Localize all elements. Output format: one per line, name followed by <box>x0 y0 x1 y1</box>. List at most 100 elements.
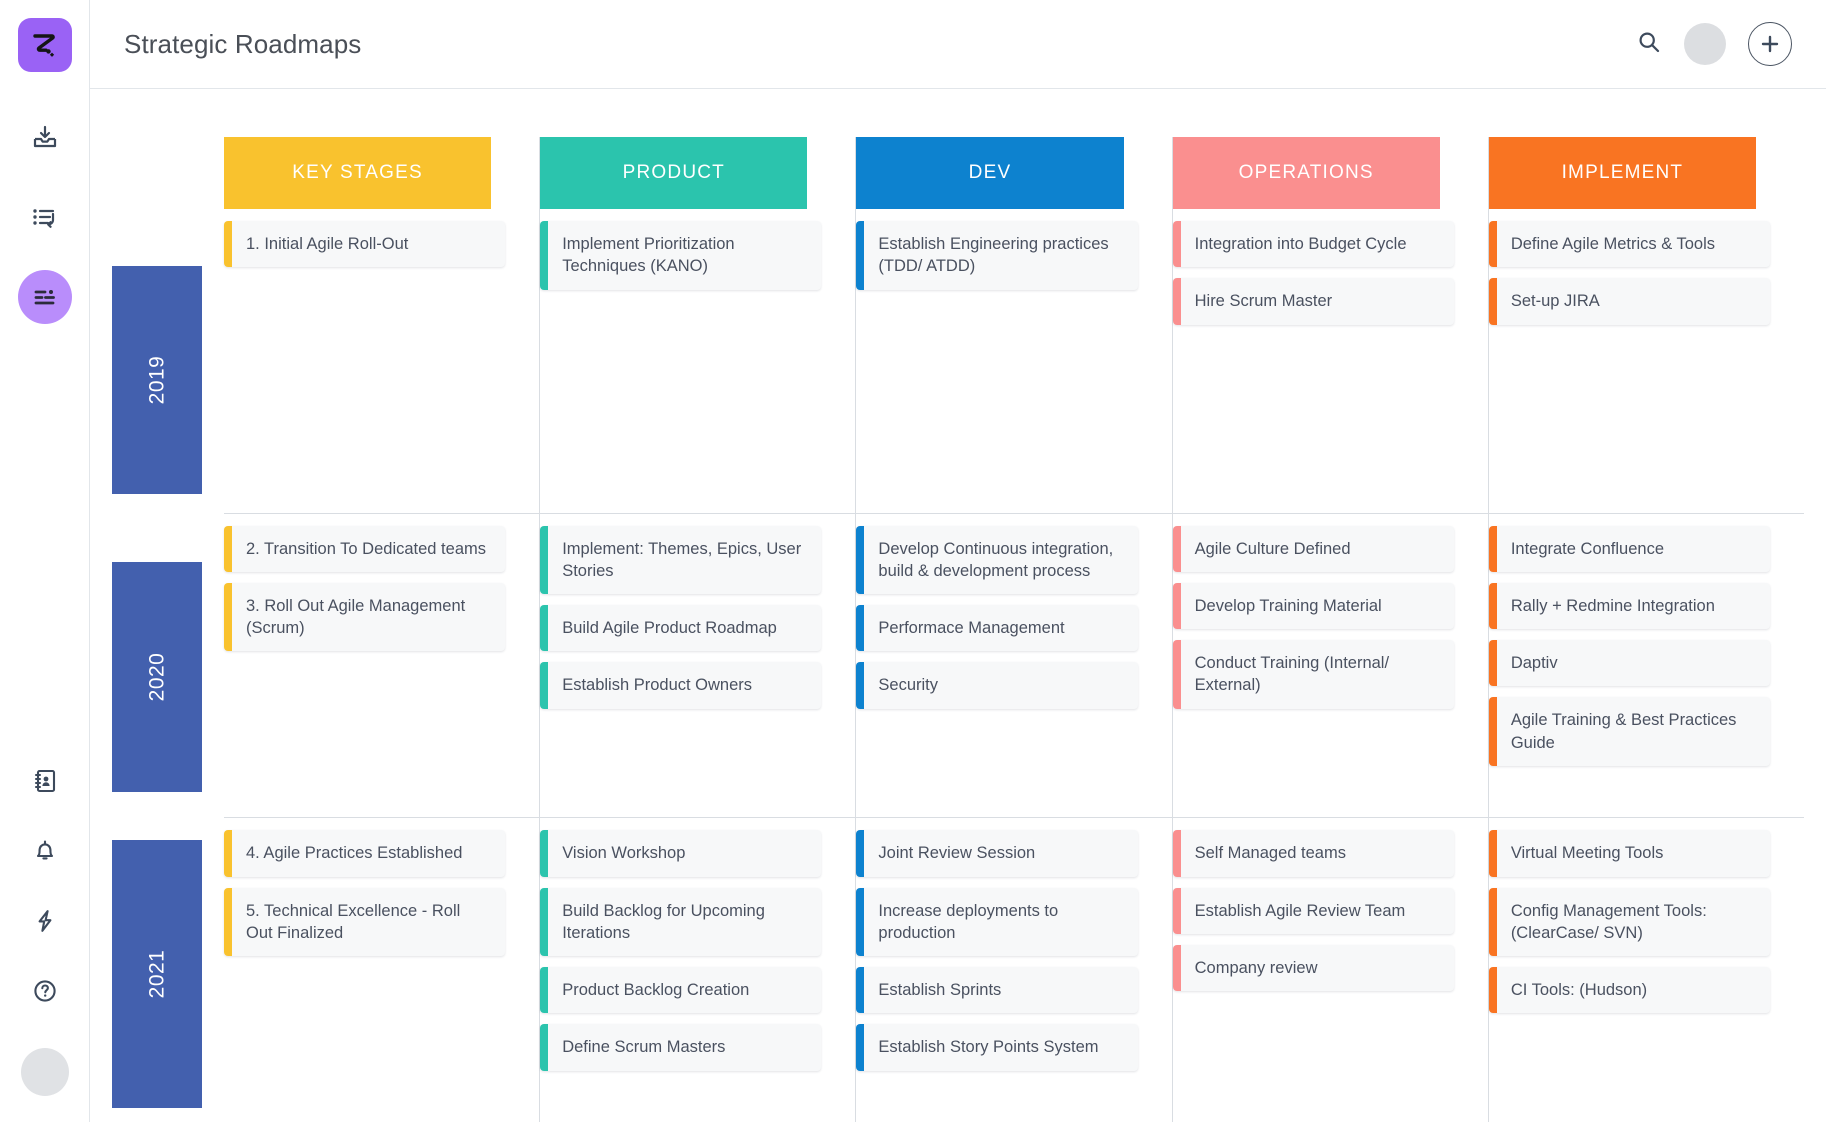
top-bar-actions <box>1636 22 1792 66</box>
year-label: 2019 <box>145 355 168 405</box>
cell-2019-key-stages: 1. Initial Agile Roll-Out <box>224 209 540 514</box>
card[interactable]: 1. Initial Agile Roll-Out <box>224 221 506 268</box>
sidebar-item-notifications[interactable]: bell-icon <box>18 824 72 878</box>
column-header-operations[interactable]: OPERATIONS <box>1172 137 1440 209</box>
cell-2019-product: Implement Prioritization Techniques (KAN… <box>540 209 856 514</box>
board-columns: KEY STAGES 1. Initial Agile Roll-Out 2. … <box>224 137 1805 1122</box>
cell-2021-product: Vision Workshop Build Backlog for Upcomi… <box>540 818 855 1122</box>
card[interactable]: Integration into Budget Cycle <box>1172 221 1454 268</box>
card[interactable]: Define Scrum Masters <box>540 1024 822 1071</box>
card[interactable]: Company review <box>1172 944 1454 992</box>
column-header-implement[interactable]: IMPLEMENT <box>1488 137 1757 209</box>
year-block-2021: 2021 <box>112 839 202 1108</box>
column-body: 1. Initial Agile Roll-Out 2. Transition … <box>224 209 540 1122</box>
plus-icon <box>1761 35 1779 53</box>
main-area: Strategic Roadmaps 2019 2020 2021 KEY ST… <box>90 0 1826 1122</box>
card[interactable]: 3. Roll Out Agile Management (Scrum) <box>224 582 506 652</box>
card[interactable]: Establish Agile Review Team <box>1172 887 1454 935</box>
card[interactable]: Implement: Themes, Epics, User Stories <box>540 525 822 595</box>
card[interactable]: Set-up JIRA <box>1488 278 1771 325</box>
card[interactable]: 4. Agile Practices Established <box>224 830 506 877</box>
card[interactable]: Establish Engineering practices (TDD/ AT… <box>856 221 1138 290</box>
year-label: 2020 <box>145 652 168 702</box>
app-logo[interactable] <box>17 18 72 72</box>
bell-icon <box>36 840 53 860</box>
card[interactable]: Security <box>856 662 1138 710</box>
column-header-wrap: DEV <box>856 137 1171 209</box>
card[interactable]: Implement Prioritization Techniques (KAN… <box>540 221 822 290</box>
cell-2021-operations: Self Managed teams Establish Agile Revie… <box>1172 818 1488 1122</box>
app-root: inbox-download-icon list-reply-icon road… <box>0 0 1826 1122</box>
card[interactable]: Hire Scrum Master <box>1172 278 1454 325</box>
column-body: Implement Prioritization Techniques (KAN… <box>540 209 856 1122</box>
column-header-key-stages[interactable]: KEY STAGES <box>224 137 492 209</box>
cell-2020-product: Implement: Themes, Epics, User Stories B… <box>540 514 856 819</box>
year-cell: 2019 <box>112 232 224 529</box>
column-key-stages: KEY STAGES 1. Initial Agile Roll-Out 2. … <box>224 137 540 1122</box>
card[interactable]: Config Management Tools: (ClearCase/ SVN… <box>1488 887 1771 957</box>
roadmap-lines-icon <box>34 290 55 305</box>
column-header-wrap: OPERATIONS <box>1172 137 1488 209</box>
sidebar-item-automation[interactable]: lightning-bolt-icon <box>18 894 72 948</box>
add-button[interactable] <box>1748 22 1792 66</box>
card[interactable]: Rally + Redmine Integration <box>1488 582 1771 630</box>
year-label: 2021 <box>145 949 168 999</box>
column-body: Establish Engineering practices (TDD/ AT… <box>856 209 1172 1122</box>
card[interactable]: 2. Transition To Dedicated teams <box>224 525 506 573</box>
year-block-2019: 2019 <box>112 266 202 495</box>
card[interactable]: 5. Technical Excellence - Roll Out Final… <box>224 887 506 957</box>
card[interactable]: Product Backlog Creation <box>540 967 822 1014</box>
card[interactable]: Agile Culture Defined <box>1172 525 1454 573</box>
card[interactable]: Establish Story Points System <box>856 1024 1138 1071</box>
list-reply-icon <box>32 209 54 228</box>
sidebar-item-task-list[interactable]: list-reply-icon <box>18 190 72 244</box>
board-inner: 2019 2020 2021 KEY STAGES 1. Initial Agi… <box>90 137 1826 1122</box>
sidebar-item-roadmaps[interactable]: roadmap-lines-icon <box>17 270 72 324</box>
card[interactable]: Agile Training & Best Practices Guide <box>1488 697 1771 766</box>
card[interactable]: Define Agile Metrics & Tools <box>1488 221 1771 268</box>
lightning-bolt-icon <box>38 910 51 932</box>
sidebar-item-inbox[interactable]: inbox-download-icon <box>18 110 72 164</box>
year-gutter: 2019 2020 2021 <box>112 137 224 1122</box>
card[interactable]: Joint Review Session <box>856 830 1138 877</box>
card[interactable]: CI Tools: (Hudson) <box>1488 967 1771 1014</box>
column-body: Integration into Budget Cycle Hire Scrum… <box>1172 209 1488 1122</box>
column-header-product[interactable]: PRODUCT <box>540 137 808 209</box>
card[interactable]: Develop Training Material <box>1172 582 1454 630</box>
column-dev: DEV Establish Engineering practices (TDD… <box>855 137 1172 1122</box>
cell-2020-dev: Develop Continuous integration, build & … <box>856 514 1172 819</box>
card[interactable]: Build Backlog for Upcoming Iterations <box>540 887 822 957</box>
sidebar-avatar[interactable] <box>20 1048 69 1096</box>
card[interactable]: Daptiv <box>1488 640 1771 687</box>
column-header-wrap: IMPLEMENT <box>1488 137 1804 209</box>
cell-2021-implement: Virtual Meeting Tools Config Management … <box>1488 818 1804 1122</box>
card[interactable]: Vision Workshop <box>540 830 822 877</box>
card[interactable]: Establish Product Owners <box>540 662 822 710</box>
sidebar-bottom-group: contacts-book-icon bell-icon lightning-b… <box>0 754 89 1096</box>
card[interactable]: Performace Management <box>856 605 1138 652</box>
sidebar-item-help[interactable]: help-circle-icon <box>18 964 72 1018</box>
year-block-2020: 2020 <box>112 562 202 792</box>
cell-2020-implement: Integrate Confluence Rally + Redmine Int… <box>1488 514 1805 819</box>
card[interactable]: Integrate Confluence <box>1488 525 1771 573</box>
card[interactable]: Increase deployments to production <box>856 887 1138 957</box>
card[interactable]: Establish Sprints <box>856 967 1138 1014</box>
year-cell: 2021 <box>112 825 224 1122</box>
card[interactable]: Conduct Training (Internal/ External) <box>1172 640 1454 709</box>
column-operations: OPERATIONS Integration into Budget Cycle… <box>1171 137 1488 1122</box>
top-bar: Strategic Roadmaps <box>90 0 1826 89</box>
cell-2021-key-stages: 4. Agile Practices Established 5. Techni… <box>224 818 539 1122</box>
card[interactable]: Self Managed teams <box>1172 830 1454 877</box>
card[interactable]: Build Agile Product Roadmap <box>540 605 822 652</box>
card[interactable]: Develop Continuous integration, build & … <box>856 525 1138 595</box>
avatar[interactable] <box>1684 23 1726 65</box>
column-header-dev[interactable]: DEV <box>856 137 1124 209</box>
column-body: Define Agile Metrics & Tools Set-up JIRA… <box>1488 209 1805 1122</box>
cell-2019-operations: Integration into Budget Cycle Hire Scrum… <box>1172 209 1488 514</box>
cell-2020-key-stages: 2. Transition To Dedicated teams 3. Roll… <box>224 514 540 819</box>
search-button[interactable] <box>1636 29 1662 60</box>
search-icon <box>1639 31 1660 52</box>
column-product: PRODUCT Implement Prioritization Techniq… <box>539 137 856 1122</box>
sidebar-item-contacts[interactable]: contacts-book-icon <box>18 754 72 808</box>
card[interactable]: Virtual Meeting Tools <box>1488 830 1771 877</box>
